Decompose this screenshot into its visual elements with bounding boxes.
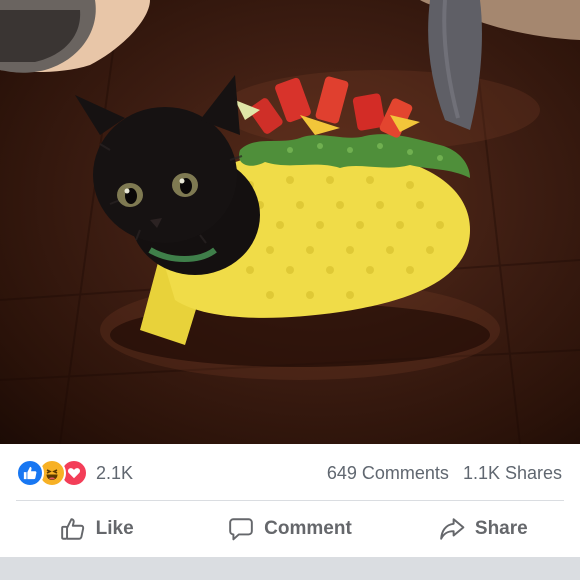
comment-button-label: Comment — [264, 518, 352, 539]
thumbs-up-icon — [60, 516, 86, 542]
like-reaction-icon — [16, 459, 44, 487]
share-button[interactable]: Share — [387, 501, 580, 557]
feed-separator — [0, 557, 580, 580]
comment-button[interactable]: Comment — [193, 501, 386, 557]
comments-count-link[interactable]: 649 Comments — [327, 461, 449, 485]
reaction-summary[interactable]: 2.1K — [16, 459, 133, 487]
reaction-count[interactable]: 2.1K — [96, 460, 133, 486]
share-button-label: Share — [474, 518, 528, 539]
shares-count-link[interactable]: 1.1K Shares — [463, 461, 562, 485]
post-stats-bar: 2.1K 649 Comments 1.1K Shares — [0, 444, 580, 500]
post-action-bar: Like Comment Share — [0, 501, 580, 557]
kitten-taco-illustration — [0, 0, 580, 444]
post-photo[interactable] — [0, 0, 580, 444]
like-button-label: Like — [95, 518, 134, 539]
share-arrow-icon — [439, 516, 465, 542]
like-button[interactable]: Like — [0, 501, 193, 557]
comment-bubble-icon — [228, 516, 254, 542]
